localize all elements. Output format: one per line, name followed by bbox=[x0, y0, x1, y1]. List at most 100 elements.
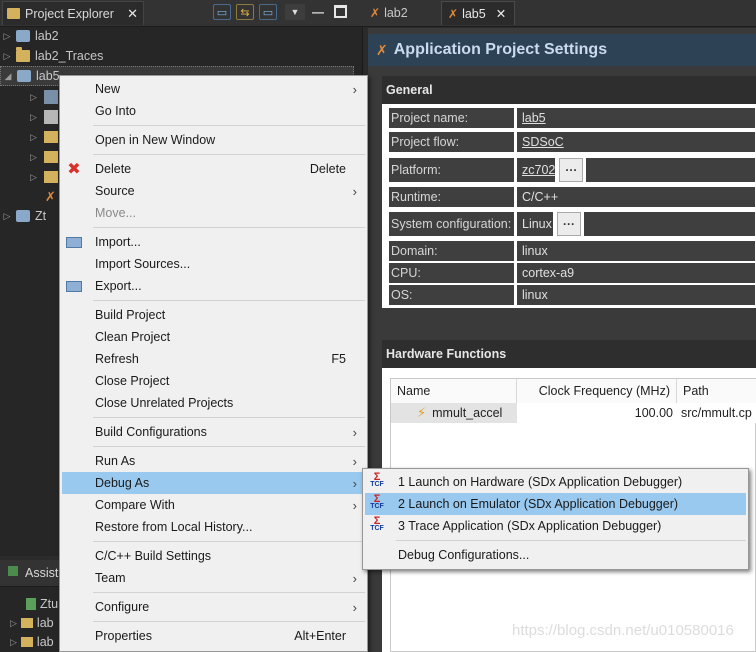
domain-value: linux bbox=[517, 241, 755, 261]
menu-item-import-sources[interactable]: Import Sources... bbox=[62, 253, 365, 275]
tree-item-lab2-traces[interactable]: ▷ lab2_Traces bbox=[0, 46, 103, 66]
field-label: Domain: bbox=[389, 241, 514, 261]
expand-arrow-icon[interactable]: ▷ bbox=[30, 92, 37, 103]
assistant-item[interactable]: ▷ lab bbox=[10, 635, 54, 649]
menu-item-open-in-new-window[interactable]: Open in New Window bbox=[62, 129, 365, 151]
assistant-icon bbox=[8, 566, 18, 576]
menu-item-label: Import... bbox=[95, 235, 141, 249]
tree-item-partial[interactable]: ▷ Zt bbox=[0, 206, 47, 226]
menu-item-close-unrelated-projects[interactable]: Close Unrelated Projects bbox=[62, 392, 365, 414]
menu-item-clean-project[interactable]: Clean Project bbox=[62, 326, 365, 348]
system-configuration-browse-button[interactable]: ··· bbox=[557, 212, 581, 236]
close-icon[interactable]: ✕ bbox=[127, 6, 138, 22]
menu-item-label: Debug As bbox=[95, 476, 150, 490]
tree-item-label: lab2 bbox=[35, 29, 59, 43]
filter-icon[interactable]: ▭ bbox=[259, 4, 277, 20]
assistant-item[interactable]: ▷ lab bbox=[10, 616, 54, 630]
project-name-link[interactable]: lab5 bbox=[517, 108, 755, 128]
menu-item-delete[interactable]: ✖ Delete Delete bbox=[62, 158, 365, 180]
menu-item-trace-application[interactable]: Σ TCF 3 Trace Application (SDx Applicatio… bbox=[365, 515, 746, 537]
menu-item-debug-as[interactable]: Debug As › bbox=[62, 472, 365, 494]
menu-item-source[interactable]: Source › bbox=[62, 180, 365, 202]
menu-item-build-settings[interactable]: C/C++ Build Settings bbox=[62, 545, 365, 567]
link-editor-icon[interactable]: ⇆ bbox=[236, 4, 254, 20]
platform-row: Platform: zc702 ··· bbox=[389, 158, 755, 182]
menu-item-build-project[interactable]: Build Project bbox=[62, 304, 365, 326]
submenu-arrow-icon: › bbox=[352, 81, 357, 97]
menu-item-close-project[interactable]: Close Project bbox=[62, 370, 365, 392]
menu-item-refresh[interactable]: Refresh F5 bbox=[62, 348, 365, 370]
menu-item-new[interactable]: New › bbox=[62, 78, 365, 100]
table-row[interactable]: ⚡ mmult_accel 100.00 src/mmult.cp bbox=[391, 403, 756, 423]
field-label: Runtime: bbox=[389, 187, 514, 207]
menu-item-label: Run As bbox=[95, 454, 136, 468]
view-menu-icon[interactable]: ▼ bbox=[285, 4, 305, 20]
expand-arrow-icon[interactable]: ▷ bbox=[10, 637, 17, 648]
field-background bbox=[584, 212, 755, 236]
menu-item-debug-configurations[interactable]: Debug Configurations... bbox=[365, 544, 746, 566]
menu-item-properties[interactable]: Properties Alt+Enter bbox=[62, 625, 365, 647]
folder-icon bbox=[20, 637, 33, 647]
submenu-arrow-icon: › bbox=[352, 453, 357, 469]
menu-item-team[interactable]: Team › bbox=[62, 567, 365, 589]
field-background bbox=[586, 158, 755, 182]
platform-browse-button[interactable]: ··· bbox=[559, 158, 584, 182]
assistant-item[interactable]: Ztu bbox=[26, 597, 58, 611]
expand-arrow-icon[interactable]: ▷ bbox=[30, 132, 37, 143]
menu-item-label: Move... bbox=[95, 206, 136, 220]
project-flow-row: Project flow: SDSoC bbox=[389, 132, 755, 152]
expand-arrow-icon[interactable]: ▷ bbox=[0, 31, 14, 42]
folder-icon bbox=[44, 131, 58, 143]
folder-icon bbox=[44, 171, 58, 183]
grid-icon bbox=[44, 110, 58, 124]
maximize-icon[interactable] bbox=[334, 5, 347, 18]
column-header-name[interactable]: Name bbox=[391, 379, 517, 403]
field-label: Project name: bbox=[389, 108, 514, 128]
column-header-clock[interactable]: Clock Frequency (MHz) bbox=[517, 379, 677, 403]
column-header-path[interactable]: Path bbox=[677, 379, 756, 403]
expand-arrow-icon[interactable]: ▷ bbox=[30, 112, 37, 123]
menu-item-launch-on-emulator[interactable]: Σ TCF 2 Launch on Emulator (SDx Applicati… bbox=[365, 493, 746, 515]
project-flow-link[interactable]: SDSoC bbox=[517, 132, 755, 152]
expand-arrow-icon[interactable]: ▷ bbox=[30, 152, 37, 163]
assistant-item-label: lab bbox=[36, 616, 54, 630]
expand-arrow-icon[interactable]: ▷ bbox=[0, 211, 14, 222]
menu-item-restore-from-local-history[interactable]: Restore from Local History... bbox=[62, 516, 365, 538]
menu-item-label: Team bbox=[95, 571, 126, 585]
field-label: OS: bbox=[389, 285, 514, 305]
page-title-text: Application Project Settings bbox=[393, 41, 608, 58]
tab-lab2[interactable]: ✗ lab2 bbox=[364, 1, 414, 25]
tab-label[interactable]: Assist bbox=[25, 566, 58, 580]
collapse-all-icon[interactable]: ▭ bbox=[213, 4, 231, 20]
menu-item-run-as[interactable]: Run As › bbox=[62, 450, 365, 472]
collapse-arrow-icon[interactable]: ◢ bbox=[1, 71, 15, 82]
folder-icon bbox=[20, 618, 33, 628]
menu-item-move: Move... bbox=[62, 202, 365, 224]
export-icon bbox=[66, 278, 82, 294]
menu-item-go-into[interactable]: Go Into bbox=[62, 100, 365, 122]
tab-project-explorer[interactable]: Project Explorer ✕ bbox=[2, 1, 144, 25]
minimize-icon[interactable]: — bbox=[312, 5, 324, 19]
menu-separator bbox=[93, 621, 365, 622]
menu-item-label: Restore from Local History... bbox=[95, 520, 253, 534]
menu-separator bbox=[93, 446, 365, 447]
menu-item-build-configurations[interactable]: Build Configurations › bbox=[62, 421, 365, 443]
submenu-arrow-icon: › bbox=[352, 599, 357, 615]
expand-arrow-icon[interactable]: ▷ bbox=[0, 51, 14, 62]
close-icon[interactable]: ✕ bbox=[496, 6, 506, 21]
menu-item-launch-on-hardware[interactable]: Σ TCF 1 Launch on Hardware (SDx Applicati… bbox=[365, 471, 746, 493]
platform-link[interactable]: zc702 bbox=[517, 158, 556, 182]
tab-lab5[interactable]: ✗ lab5 ✕ bbox=[441, 1, 515, 25]
tree-item-lab2[interactable]: ▷ lab2 bbox=[0, 26, 59, 46]
menu-item-import[interactable]: Import... bbox=[62, 231, 365, 253]
expand-arrow-icon[interactable]: ▷ bbox=[10, 618, 17, 629]
menu-item-configure[interactable]: Configure › bbox=[62, 596, 365, 618]
project-icon bbox=[16, 30, 30, 42]
menu-item-compare-with[interactable]: Compare With › bbox=[62, 494, 365, 516]
menu-separator bbox=[93, 227, 365, 228]
menu-item-export[interactable]: Export... bbox=[62, 275, 365, 297]
page-title: ✗ Application Project Settings bbox=[368, 34, 756, 66]
expand-arrow-icon[interactable]: ▷ bbox=[30, 172, 37, 183]
cpu-value: cortex-a9 bbox=[517, 263, 755, 283]
name-cell: ⚡ mmult_accel bbox=[391, 403, 517, 423]
